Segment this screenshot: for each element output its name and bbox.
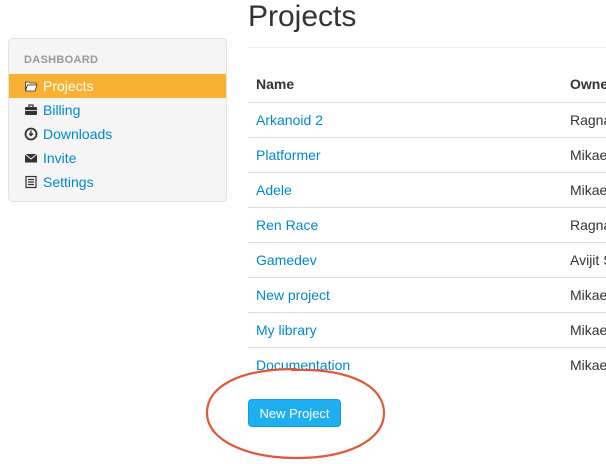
table-row: Adele Mikae (248, 171, 606, 207)
owner-cell: Ragna (570, 111, 606, 128)
briefcase-icon (24, 103, 38, 117)
column-header-owner: Owne (562, 67, 606, 103)
project-link[interactable]: Adele (256, 182, 292, 198)
envelope-icon (24, 151, 38, 165)
sidebar-item-label: Projects (43, 78, 94, 94)
sidebar-item-downloads[interactable]: Downloads (9, 122, 226, 146)
sidebar-item-settings[interactable]: Settings (9, 170, 226, 194)
table-row: New project Mikae (248, 276, 606, 312)
project-link[interactable]: Documentation (256, 357, 350, 373)
column-header-name: Name (248, 67, 562, 103)
page: DASHBOARD Projects Billing Downloads Inv… (0, 0, 606, 464)
sidebar-item-label: Invite (43, 150, 77, 166)
sidebar-header: DASHBOARD (24, 54, 99, 66)
table-header-row: Name Owne (248, 67, 606, 103)
owner-cell: Mikae (562, 171, 606, 207)
project-link[interactable]: Ren Race (256, 217, 318, 233)
project-link[interactable]: Arkanoid 2 (256, 112, 323, 128)
folder-open-icon (24, 79, 38, 93)
table-row: Gamedev Avijit S (248, 241, 606, 277)
projects-table: Name Owne Arkanoid 2 Ragna Platformer Mi… (248, 67, 606, 382)
owner-cell: Mikae (562, 276, 606, 312)
sidebar-item-label: Settings (43, 174, 94, 190)
project-link[interactable]: My library (256, 322, 317, 338)
sidebar: DASHBOARD Projects Billing Downloads Inv… (8, 38, 227, 202)
list-icon (24, 175, 38, 189)
sidebar-item-projects[interactable]: Projects (9, 74, 226, 98)
sidebar-item-label: Billing (43, 102, 81, 118)
page-title: Projects (248, 0, 357, 33)
download-circle-icon (24, 127, 38, 141)
owner-cell: Mikae (562, 346, 606, 382)
owner-cell: Mikae (562, 311, 606, 347)
sidebar-item-billing[interactable]: Billing (9, 98, 226, 122)
owner-cell: Mikae (562, 136, 606, 172)
project-link[interactable]: New project (256, 287, 330, 303)
owner-cell: Ragna (562, 206, 606, 242)
table-row: Arkanoid 2 Ragna (248, 102, 606, 137)
title-divider (248, 47, 606, 48)
table-row: Ren Race Ragna (248, 206, 606, 242)
project-link[interactable]: Platformer (256, 147, 321, 163)
owner-cell: Avijit S (562, 241, 606, 277)
table-row: Documentation Mikae (248, 346, 606, 382)
sidebar-item-invite[interactable]: Invite (9, 146, 226, 170)
new-project-button[interactable]: New Project (248, 399, 341, 427)
table-row: Platformer Mikae (248, 136, 606, 172)
sidebar-item-label: Downloads (43, 126, 113, 142)
project-link[interactable]: Gamedev (256, 252, 317, 268)
table-row: My library Mikae (248, 311, 606, 347)
